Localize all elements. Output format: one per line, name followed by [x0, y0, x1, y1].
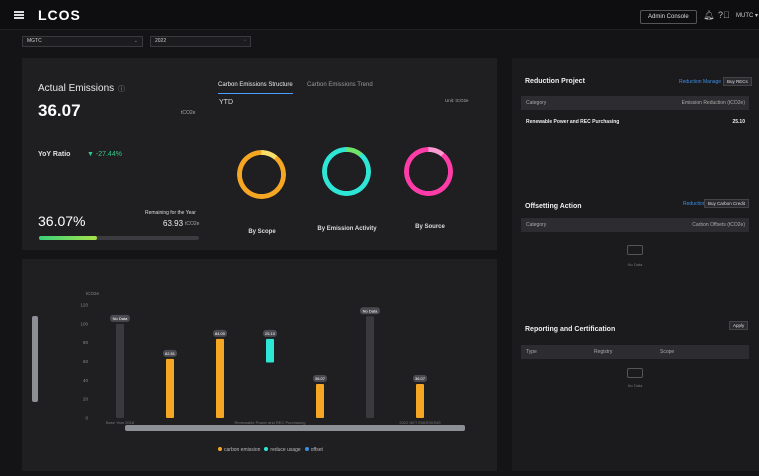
- chart-bar: [316, 384, 324, 418]
- actual-emissions-value: 36.07: [38, 101, 81, 120]
- donut-by-source[interactable]: [404, 147, 453, 196]
- help-icon[interactable]: ?⃝: [718, 10, 730, 20]
- bar-data-label: 36.07: [315, 376, 326, 381]
- x-tick-label: Renewable Power and REC Purchasing: [235, 420, 306, 425]
- empty-box-icon: [627, 245, 643, 255]
- reporting-no-data: No Data: [627, 383, 643, 388]
- user-menu[interactable]: MUTC ▾: [736, 12, 758, 19]
- offsetting-col-offsets: Carbon Offsets (tCO2e): [692, 222, 745, 228]
- reporting-col-type: Type: [526, 349, 537, 355]
- remaining-unit: tCO2e: [185, 221, 200, 227]
- chart-bar: [366, 316, 374, 418]
- reporting-col-scope: Scope: [660, 349, 675, 355]
- reduction-project-title: Reduction Project: [525, 78, 585, 85]
- manage-link[interactable]: Manage: [703, 79, 721, 85]
- x-tick-label: Base Year 2018: [106, 420, 135, 425]
- reduction-table-header: Category Emission Reduction (tCO2e): [521, 96, 749, 110]
- reduction-link[interactable]: Reduction: [679, 79, 702, 85]
- chart-bar: [266, 338, 274, 363]
- yoy-ratio-value: ▼ -27.44%: [87, 151, 122, 158]
- reporting-title: Reporting and Certification: [525, 326, 616, 333]
- donut-label-by-source: By Source: [415, 224, 445, 230]
- horizontal-scrollbar[interactable]: [125, 425, 465, 431]
- chart-bar: [116, 323, 124, 418]
- remaining-value: 63.93: [163, 219, 184, 228]
- unit-label: Unit: tCO2e: [445, 98, 469, 103]
- chart-legend: carbon emission reduce usage offset: [218, 447, 323, 453]
- tab-carbon-emissions-structure[interactable]: Carbon Emissions Structure: [218, 82, 293, 94]
- buy-recs-button[interactable]: Buy RECs: [723, 77, 752, 86]
- bar-data-label: 36.07: [415, 376, 426, 381]
- emissions-progress-fill: [39, 236, 97, 240]
- reduction-col-emission: Emission Reduction (tCO2e): [681, 100, 745, 106]
- y-tick-label: 20: [83, 397, 89, 402]
- tab-carbon-emissions-trend[interactable]: Carbon Emissions Trend: [307, 82, 373, 88]
- reduction-col-category: Category: [526, 100, 547, 106]
- y-tick-label: 60: [83, 359, 89, 364]
- company-select-value: MGTC: [27, 38, 42, 44]
- hamburger-menu-icon[interactable]: [14, 11, 24, 19]
- y-axis-label: tCO2e: [86, 291, 100, 296]
- chart-bar: [216, 338, 224, 418]
- offsetting-reduction-link[interactable]: Reduction: [683, 201, 706, 207]
- chevron-down-icon: ⌄: [133, 38, 138, 44]
- offsetting-action-title: Offsetting Action: [525, 203, 582, 210]
- company-select[interactable]: MGTC ⌄: [22, 36, 143, 47]
- top-bar: LCOS Admin Console 🔔︎ ?⃝ MUTC ▾: [0, 0, 759, 30]
- chart-bar: [166, 358, 174, 418]
- y-tick-label: 0: [85, 416, 88, 421]
- y-tick-label: 40: [83, 378, 89, 383]
- app-screen: LCOS Admin Console 🔔︎ ?⃝ MUTC ▾ MGTC ⌄ 2…: [0, 0, 759, 476]
- donut-label-by-scope: By Scope: [248, 229, 276, 235]
- vertical-scrollbar[interactable]: [32, 316, 38, 402]
- legend-offset[interactable]: offset: [304, 447, 323, 453]
- actual-emissions-title: Actual Emissions: [38, 83, 115, 94]
- offsetting-no-data: No Data: [627, 262, 643, 267]
- apply-button[interactable]: Apply: [729, 321, 749, 330]
- reporting-table-header: Type Registry Scope: [521, 345, 749, 359]
- emissions-percent: 36.07%: [38, 213, 86, 229]
- offsetting-table-header: Category Carbon Offsets (tCO2e): [521, 218, 749, 232]
- year-picker-value: 2022: [155, 38, 167, 44]
- reduction-row-value: 25.10: [732, 119, 745, 125]
- emissions-progress-bar: [39, 236, 199, 240]
- admin-console-button[interactable]: Admin Console: [640, 10, 697, 24]
- waterfall-chart: tCO2e 0 20 40 60 80 100 120 No Data Base Year 201…: [32, 291, 465, 431]
- bar-data-label: 25.10: [265, 331, 276, 336]
- yoy-ratio-label: YoY Ratio: [38, 151, 71, 158]
- calendar-icon: ▫: [244, 38, 246, 44]
- empty-box-icon: [627, 368, 643, 378]
- donut-by-emission-activity[interactable]: [322, 147, 371, 196]
- ytd-label: YTD: [219, 99, 233, 106]
- year-picker[interactable]: 2022 ▫: [150, 36, 251, 47]
- legend-reduce-usage[interactable]: reduce usage: [264, 447, 301, 453]
- bell-icon[interactable]: 🔔︎: [703, 10, 714, 21]
- app-logo: LCOS: [38, 7, 81, 23]
- offsetting-col-category: Category: [526, 222, 547, 228]
- bar-data-label: No Data: [113, 316, 128, 321]
- bar-data-label: 62.81: [165, 351, 176, 356]
- y-tick-label: 120: [80, 303, 88, 308]
- actual-emissions-unit: tCO2e: [181, 110, 196, 116]
- x-tick-label: 2022 NET EMISSIONS: [399, 420, 441, 425]
- y-tick-label: 80: [83, 340, 89, 345]
- remaining-label: Remaining for the Year: [145, 210, 196, 216]
- donut-label-by-emission-activity: By Emission Activity: [317, 226, 377, 232]
- chart-bar: [416, 384, 424, 418]
- buy-carbon-credit-button[interactable]: Buy Carbon Credit: [704, 199, 750, 208]
- reporting-col-registry: Registry: [594, 349, 613, 355]
- table-row[interactable]: Renewable Power and REC Purchasing 25.10: [521, 116, 749, 128]
- legend-carbon-emission[interactable]: carbon emission: [218, 447, 260, 453]
- bar-data-label: No Data: [363, 308, 378, 313]
- bar-data-label: 84.00: [215, 331, 226, 336]
- y-tick-label: 100: [80, 321, 88, 326]
- info-icon[interactable]: ⓘ: [118, 84, 125, 94]
- donut-by-scope[interactable]: [237, 150, 286, 199]
- reduction-row-category: Renewable Power and REC Purchasing: [526, 119, 620, 125]
